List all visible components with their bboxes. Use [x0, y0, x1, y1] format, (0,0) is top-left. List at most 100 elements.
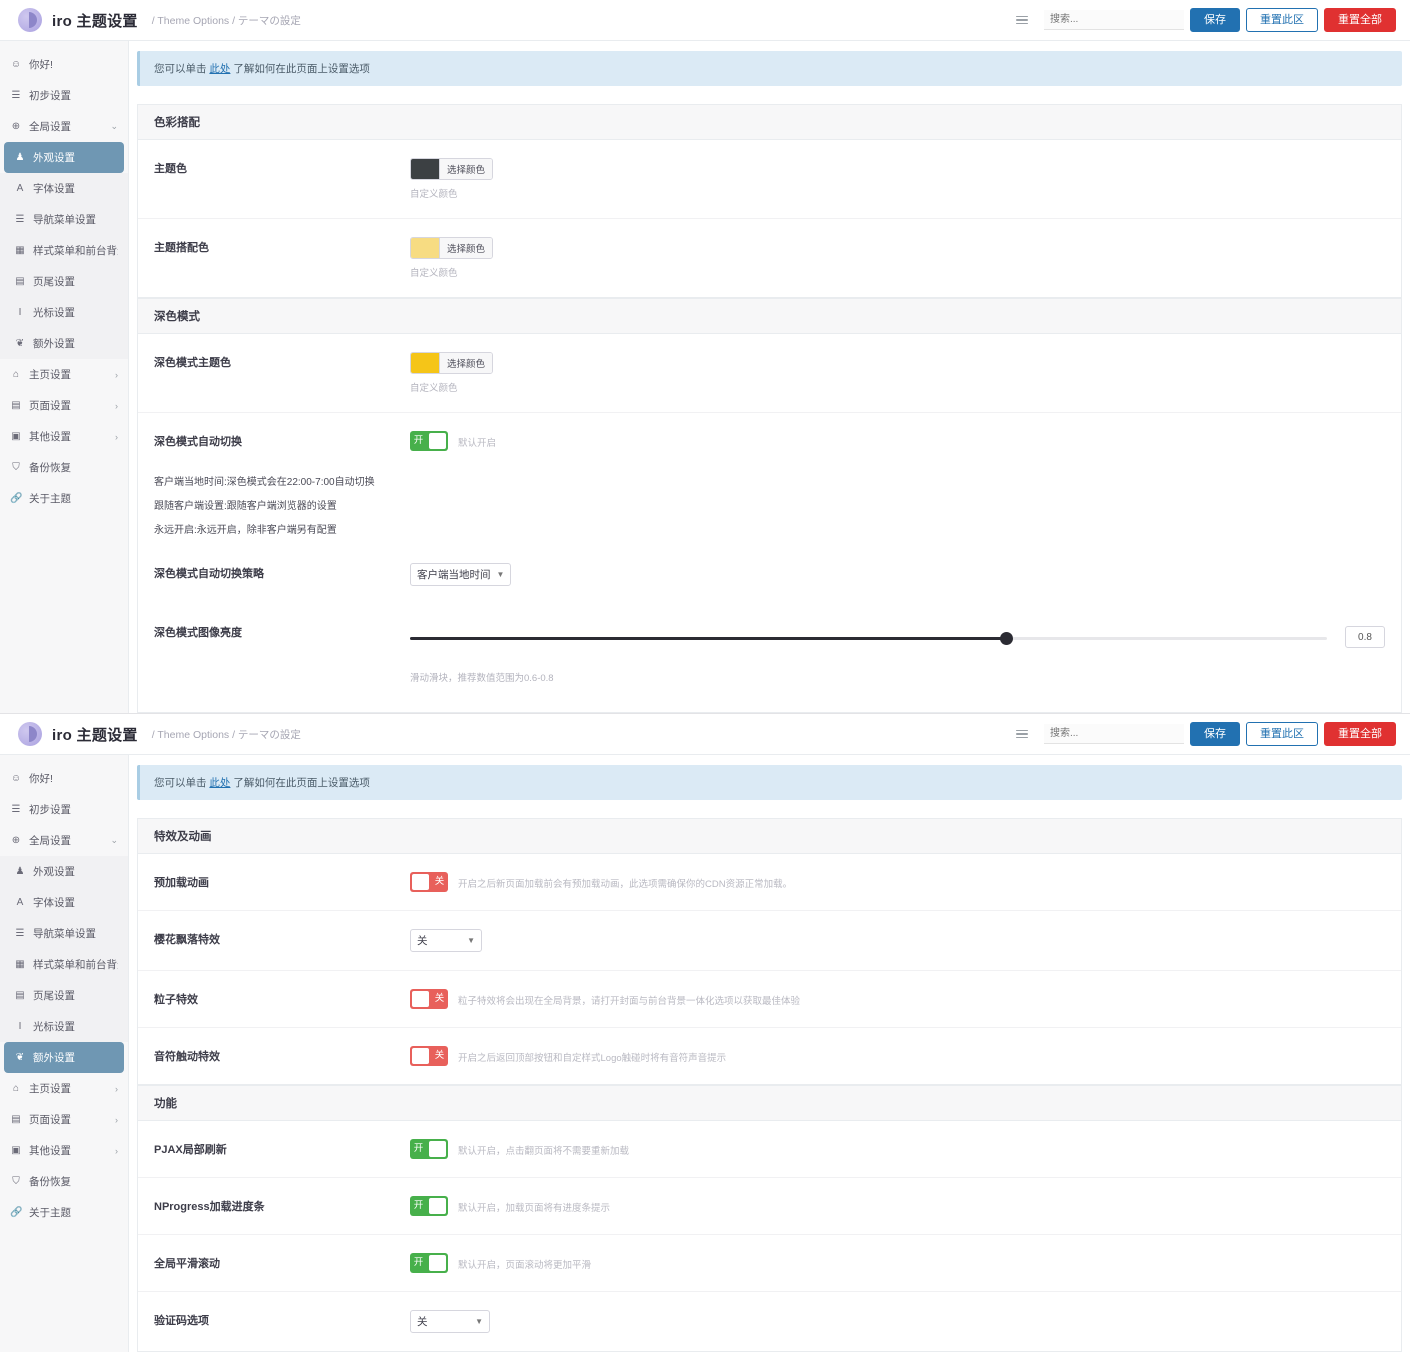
captcha-select[interactable]: 关 ▼ [410, 1310, 490, 1333]
menu-icon[interactable] [1016, 12, 1032, 28]
theme-accent-color-pick-button[interactable]: 选择颜色 [439, 238, 492, 258]
sidebar-item-7[interactable]: ▤页尾设置 [0, 980, 128, 1011]
menu-icon: ☰ [14, 214, 26, 225]
label-particle-effect: 粒子特效 [154, 989, 410, 1007]
search-input[interactable] [1044, 724, 1184, 744]
sidebar-item-6[interactable]: ▦样式菜单和前台背景相关设置 [0, 949, 128, 980]
sidebar-item-8[interactable]: I光标设置 [0, 1011, 128, 1042]
chevron-down-icon: ⌄ [110, 121, 118, 132]
label-note-effect: 音符触动特效 [154, 1046, 410, 1064]
field-theme-color: 主题色 选择颜色 自定义颜色 [138, 140, 1401, 219]
sidebar-item-7[interactable]: ▤页尾设置 [0, 266, 128, 297]
smiley-icon: ☺ [10, 59, 22, 70]
chevron-down-icon: ⌄ [110, 835, 118, 846]
sidebar-item-label: 全局设置 [29, 833, 103, 848]
field-dark-strategy: 深色模式自动切换策略 客户端当地时间 ▼ [138, 555, 1401, 604]
smooth-scroll-toggle[interactable]: 开 [410, 1253, 448, 1273]
sidebar-item-3[interactable]: ♟外观设置 [4, 142, 124, 173]
reset-section-button[interactable]: 重置此区 [1246, 722, 1318, 747]
nprogress-toggle[interactable]: 开 [410, 1196, 448, 1216]
chevron-right-icon: › [115, 1084, 118, 1094]
chevron-right-icon: › [115, 1146, 118, 1156]
sidebar-item-14[interactable]: 🔗关于主题 [0, 483, 128, 514]
sidebar-item-3[interactable]: ♟外观设置 [0, 856, 128, 887]
sakura-effect-select[interactable]: 关 ▼ [410, 929, 482, 952]
sidebar-item-10[interactable]: ⌂主页设置› [0, 1073, 128, 1104]
nprogress-help: 默认开启，加载页面将有进度条提示 [458, 1196, 610, 1214]
sidebar-item-9[interactable]: ❦额外设置 [0, 328, 128, 359]
toggle-knob [412, 1048, 429, 1064]
dark-brightness-value[interactable]: 0.8 [1345, 626, 1385, 648]
search-input[interactable] [1044, 10, 1184, 30]
notice-pre: 您可以单击 [154, 63, 207, 75]
reset-section-button[interactable]: 重置此区 [1246, 8, 1318, 33]
notice-post: 了解如何在此页面上设置选项 [233, 63, 370, 75]
sidebar-item-12[interactable]: ▣其他设置› [0, 421, 128, 452]
smooth-scroll-help: 默认开启，页面滚动将更加平滑 [458, 1253, 591, 1271]
dark-strategy-select[interactable]: 客户端当地时间 ▼ [410, 563, 511, 586]
sidebar-item-6[interactable]: ▦样式菜单和前台背景相关设置 [0, 235, 128, 266]
dark-mode-desc-line-0: 客户端当地时间:深色模式会在22:00-7:00自动切换 [154, 473, 1385, 488]
sidebar-item-5[interactable]: ☰导航菜单设置 [0, 918, 128, 949]
slider-thumb[interactable] [1000, 632, 1013, 645]
notice-link[interactable]: 此处 [209, 777, 230, 789]
sidebar-item-10[interactable]: ⌂主页设置› [0, 359, 128, 390]
section-title-color: 色彩搭配 [138, 104, 1401, 140]
dark-auto-switch-toggle[interactable]: 开 [410, 431, 448, 451]
sidebar-item-4[interactable]: A字体设置 [0, 173, 128, 204]
sidebar-item-4[interactable]: A字体设置 [0, 887, 128, 918]
notice-link[interactable]: 此处 [209, 63, 230, 75]
theme-color-pick-button[interactable]: 选择颜色 [439, 159, 492, 179]
dark-theme-color-pick-button[interactable]: 选择颜色 [439, 353, 492, 373]
sidebar-item-11[interactable]: ▤页面设置› [0, 390, 128, 421]
sidebar-item-13[interactable]: ⛉备份恢复 [0, 452, 128, 483]
note-effect-help: 开启之后返回顶部按钮和自定样式Logo触碰时将有音符声音提示 [458, 1046, 726, 1064]
dark-theme-color-swatch [411, 353, 439, 373]
display-icon: ▣ [10, 1145, 22, 1156]
sidebar-item-13[interactable]: ⛉备份恢复 [0, 1166, 128, 1197]
sidebar-item-label: 初步设置 [29, 88, 118, 103]
note-effect-toggle[interactable]: 关 [410, 1046, 448, 1066]
label-preload-animation: 预加载动画 [154, 872, 410, 890]
label-captcha: 验证码选项 [154, 1310, 410, 1328]
sidebar-item-2[interactable]: ⊕全局设置⌄ [0, 111, 128, 142]
preload-animation-toggle[interactable]: 关 [410, 872, 448, 892]
sidebar-item-8[interactable]: I光标设置 [0, 297, 128, 328]
theme-color-picker[interactable]: 选择颜色 [410, 158, 493, 180]
panel-body-1: ☺你好!☰初步设置⊕全局设置⌄♟外观设置A字体设置☰导航菜单设置▦样式菜单和前台… [0, 41, 1410, 713]
field-dark-auto-switch: 深色模式自动切换 开 默认开启 [138, 413, 1401, 469]
field-dark-brightness: 深色模式图像亮度 0.8 滑动滑块，推荐数值范围为0.6-0.8 [138, 604, 1401, 712]
sidebar-item-9[interactable]: ❦额外设置 [4, 1042, 124, 1073]
pjax-toggle[interactable]: 开 [410, 1139, 448, 1159]
app-logo-icon [18, 8, 42, 32]
sidebar-item-12[interactable]: ▣其他设置› [0, 1135, 128, 1166]
particle-effect-toggle[interactable]: 关 [410, 989, 448, 1009]
reset-all-button[interactable]: 重置全部 [1324, 722, 1396, 747]
sidebar-item-label: 备份恢复 [29, 460, 118, 475]
smooth-scroll-toggle-text: 开 [410, 1253, 427, 1273]
dark-brightness-slider[interactable] [410, 637, 1327, 640]
sidebar-item-1[interactable]: ☰初步设置 [0, 80, 128, 111]
section-title-effects: 特效及动画 [138, 818, 1401, 854]
sidebar-item-label: 主页设置 [29, 367, 108, 382]
menu-icon[interactable] [1016, 726, 1032, 742]
sidebar-item-0[interactable]: ☺你好! [0, 763, 128, 794]
sidebar-item-1[interactable]: ☰初步设置 [0, 794, 128, 825]
theme-accent-color-picker[interactable]: 选择颜色 [410, 237, 493, 259]
sidebar-item-label: 额外设置 [33, 336, 118, 351]
label-theme-color: 主题色 [154, 158, 410, 176]
sidebar-item-label: 样式菜单和前台背景相关设置 [33, 957, 118, 972]
sidebar-item-2[interactable]: ⊕全局设置⌄ [0, 825, 128, 856]
save-button[interactable]: 保存 [1190, 722, 1240, 747]
reset-all-button[interactable]: 重置全部 [1324, 8, 1396, 33]
sidebar-item-14[interactable]: 🔗关于主题 [0, 1197, 128, 1228]
sidebar-item-0[interactable]: ☺你好! [0, 49, 128, 80]
sidebar-item-label: 导航菜单设置 [33, 926, 118, 941]
sidebar-item-label: 页尾设置 [33, 988, 118, 1003]
sidebar-item-5[interactable]: ☰导航菜单设置 [0, 204, 128, 235]
sidebar-item-11[interactable]: ▤页面设置› [0, 1104, 128, 1135]
cursor-icon: I [14, 307, 26, 318]
save-button[interactable]: 保存 [1190, 8, 1240, 33]
sidebar-item-label: 页尾设置 [33, 274, 118, 289]
dark-theme-color-picker[interactable]: 选择颜色 [410, 352, 493, 374]
